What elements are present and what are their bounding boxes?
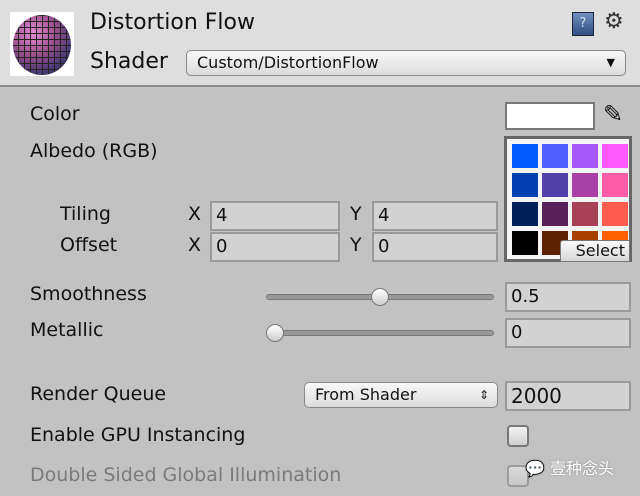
metallic-slider-handle[interactable] [266,324,284,342]
double-sided-gi-label: Double Sided Global Illumination [30,464,342,486]
offset-y-input[interactable]: 0 [372,232,498,262]
albedo-texture-swatch [512,202,538,226]
smoothness-label: Smoothness [30,283,147,305]
chevron-down-icon: ▼ [606,56,615,69]
albedo-texture-swatch [512,144,538,168]
select-texture-button[interactable]: Select [560,240,630,262]
metallic-input[interactable]: 0 [505,318,631,348]
albedo-texture-swatch [602,173,628,197]
albedo-texture-swatch [602,202,628,226]
metallic-slider-track[interactable] [266,330,494,336]
gear-icon[interactable]: ⚙ [604,9,624,34]
color-label: Color [30,103,80,125]
albedo-texture-swatch [572,144,598,168]
watermark-text: 壹种念头 [550,459,615,478]
smoothness-input[interactable]: 0.5 [505,282,631,312]
shader-value: Custom/DistortionFlow [197,53,379,72]
metallic-label: Metallic [30,319,104,341]
tiling-label: Tiling [60,203,111,225]
albedo-texture-swatch [572,202,598,226]
smoothness-slider-handle[interactable] [371,288,389,306]
tiling-y-input[interactable]: 4 [372,201,498,231]
offset-x-input[interactable]: 0 [210,232,340,262]
up-down-arrows-icon: ⇕ [478,388,489,402]
material-preview [10,12,74,76]
gpu-instancing-checkbox[interactable] [507,425,529,447]
shader-dropdown[interactable]: Custom/DistortionFlow ▼ [186,50,626,76]
offset-x-label: X [188,234,202,256]
watermark: 💬 壹种念头 [525,455,614,479]
offset-y-label: Y [350,234,362,256]
color-swatch-field[interactable] [505,102,595,130]
render-queue-input[interactable]: 2000 [505,381,631,411]
tiling-x-label: X [188,203,202,225]
tiling-x-input[interactable]: 4 [210,201,340,231]
wechat-icon: 💬 [525,459,545,478]
gpu-instancing-label: Enable GPU Instancing [30,424,246,446]
shader-label: Shader [90,49,168,74]
material-header: Distortion Flow Shader Custom/Distortion… [0,0,640,87]
eyedropper-icon[interactable]: ✎ [603,100,623,128]
albedo-texture-swatch [542,202,568,226]
albedo-texture-swatch [512,173,538,197]
albedo-label: Albedo (RGB) [30,140,158,162]
help-book-icon[interactable]: ? [572,12,594,36]
offset-label: Offset [60,234,118,256]
albedo-texture-swatch [512,231,538,255]
render-queue-label: Render Queue [30,383,167,405]
material-title: Distortion Flow [90,10,255,35]
render-queue-dropdown[interactable]: From Shader ⇕ [304,382,498,408]
albedo-texture-swatch [572,173,598,197]
sphere-preview-image [13,15,71,75]
albedo-texture-swatch [602,144,628,168]
tiling-y-label: Y [350,203,362,225]
albedo-texture-swatch [542,173,568,197]
albedo-texture-swatch [542,144,568,168]
render-queue-mode: From Shader [315,385,417,404]
